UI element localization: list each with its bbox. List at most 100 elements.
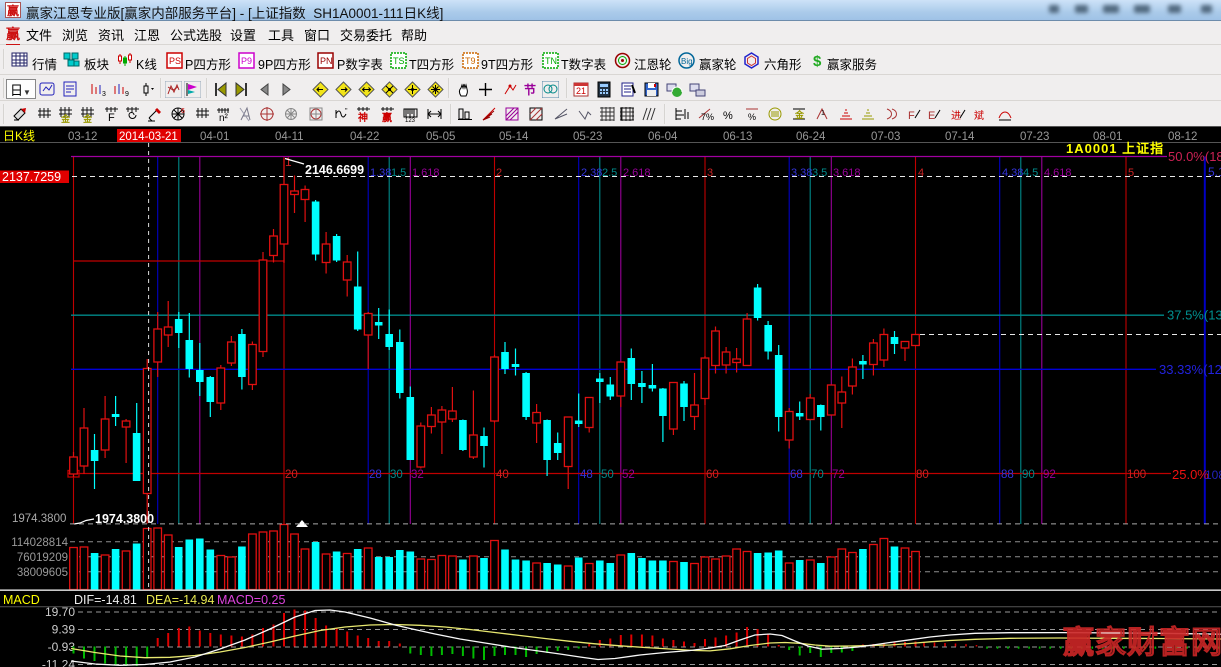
svg-text:06-04: 06-04 bbox=[648, 131, 678, 143]
svg-text:节: 节 bbox=[524, 82, 536, 97]
svg-text:1.618: 1.618 bbox=[412, 167, 440, 179]
svg-text:06-13: 06-13 bbox=[723, 131, 752, 143]
svg-text:05-14: 05-14 bbox=[499, 131, 529, 143]
svg-text:04-11: 04-11 bbox=[275, 131, 304, 143]
svg-text:21: 21 bbox=[576, 86, 586, 96]
svg-text:37.5%(13: 37.5%(13 bbox=[1167, 308, 1221, 323]
svg-text:5.1: 5.1 bbox=[1208, 165, 1221, 179]
svg-text:TS: TS bbox=[393, 56, 405, 66]
svg-text:08-12: 08-12 bbox=[1168, 131, 1197, 143]
svg-text:38009605: 38009605 bbox=[17, 567, 68, 579]
svg-text:4.5: 4.5 bbox=[1023, 167, 1038, 179]
svg-text:07-23: 07-23 bbox=[1020, 131, 1049, 143]
svg-text:30: 30 bbox=[390, 469, 403, 481]
svg-text:-0.93: -0.93 bbox=[48, 640, 76, 654]
svg-text:76019209: 76019209 bbox=[17, 552, 68, 564]
svg-text:2: 2 bbox=[496, 167, 502, 179]
svg-text:28: 28 bbox=[369, 469, 382, 481]
svg-text:90: 90 bbox=[1022, 469, 1035, 481]
svg-text:日K线: 日K线 bbox=[3, 129, 35, 143]
svg-text:2.38: 2.38 bbox=[581, 167, 602, 179]
svg-text:赢家财富网: 赢家财富网 bbox=[1063, 625, 1221, 660]
svg-text:1: 1 bbox=[821, 110, 825, 117]
svg-text:P9: P9 bbox=[241, 56, 252, 66]
svg-text:2.5: 2.5 bbox=[602, 167, 617, 179]
svg-text:50: 50 bbox=[601, 469, 614, 481]
svg-text:3.618: 3.618 bbox=[833, 167, 861, 179]
svg-text:": " bbox=[345, 108, 348, 115]
svg-text:进: 进 bbox=[951, 110, 961, 122]
svg-text:赢: 赢 bbox=[382, 111, 392, 123]
svg-text:金: 金 bbox=[60, 113, 71, 123]
svg-text:07-14: 07-14 bbox=[945, 131, 975, 143]
svg-text:52: 52 bbox=[622, 469, 635, 481]
svg-text:50.0%(18: 50.0%(18 bbox=[1168, 149, 1221, 164]
svg-text:%: % bbox=[723, 110, 733, 122]
svg-text:DIF=-14.81: DIF=-14.81 bbox=[74, 593, 137, 607]
svg-text:$: $ bbox=[813, 53, 822, 69]
svg-text:20: 20 bbox=[285, 469, 298, 481]
svg-text:TN: TN bbox=[545, 56, 557, 66]
svg-text:04-01: 04-01 bbox=[200, 131, 229, 143]
svg-text:%: % bbox=[748, 112, 756, 122]
svg-text:金: 金 bbox=[794, 109, 805, 120]
svg-text:6: 6 bbox=[181, 108, 185, 115]
svg-text:3.5: 3.5 bbox=[812, 167, 827, 179]
svg-text:1.5: 1.5 bbox=[391, 167, 406, 179]
svg-text:3: 3 bbox=[102, 91, 106, 98]
svg-text:PS: PS bbox=[169, 56, 181, 66]
svg-text:60: 60 bbox=[706, 469, 719, 481]
svg-text:1: 1 bbox=[285, 155, 292, 169]
svg-text:88: 88 bbox=[1001, 469, 1014, 481]
svg-text:06-24: 06-24 bbox=[796, 131, 826, 143]
svg-text:05-23: 05-23 bbox=[573, 131, 602, 143]
svg-text:9: 9 bbox=[125, 91, 129, 98]
svg-text:05-05: 05-05 bbox=[426, 131, 455, 143]
svg-text:-11.24: -11.24 bbox=[42, 658, 75, 667]
svg-text:80: 80 bbox=[916, 469, 929, 481]
svg-text:48: 48 bbox=[580, 469, 593, 481]
svg-text:100: 100 bbox=[1127, 469, 1146, 481]
svg-text:04-22: 04-22 bbox=[350, 131, 379, 143]
svg-text:3: 3 bbox=[707, 167, 713, 179]
svg-text:68: 68 bbox=[790, 469, 803, 481]
svg-text:Big: Big bbox=[681, 57, 693, 66]
svg-text:07-03: 07-03 bbox=[871, 131, 900, 143]
svg-text:108: 108 bbox=[1205, 468, 1221, 482]
svg-text:7%: 7% bbox=[701, 112, 714, 122]
svg-text:123: 123 bbox=[405, 118, 416, 123]
svg-text:2014-03-21: 2014-03-21 bbox=[119, 131, 178, 143]
svg-text:32: 32 bbox=[411, 469, 424, 481]
svg-text:1A0001 上证指: 1A0001 上证指 bbox=[1066, 141, 1164, 156]
svg-text:70: 70 bbox=[811, 469, 824, 481]
svg-text:2146.6699: 2146.6699 bbox=[305, 163, 364, 177]
svg-text:PN: PN bbox=[320, 56, 333, 66]
svg-text:5: 5 bbox=[1128, 167, 1134, 179]
svg-text:4.38: 4.38 bbox=[1002, 167, 1023, 179]
svg-text:33.33%(12: 33.33%(12 bbox=[1159, 362, 1221, 377]
svg-text:2137.7259: 2137.7259 bbox=[2, 170, 61, 184]
svg-text:MACD: MACD bbox=[3, 593, 40, 607]
svg-text:92: 92 bbox=[1043, 469, 1056, 481]
svg-text:19.70: 19.70 bbox=[45, 605, 75, 619]
svg-text:4: 4 bbox=[918, 167, 924, 179]
svg-text:40: 40 bbox=[496, 469, 509, 481]
svg-text:E: E bbox=[928, 110, 935, 122]
svg-text:9.39: 9.39 bbox=[52, 623, 76, 637]
svg-text:T9: T9 bbox=[465, 56, 476, 66]
svg-text:DEA=-14.94: DEA=-14.94 bbox=[146, 593, 214, 607]
svg-text:114028814: 114028814 bbox=[11, 537, 68, 549]
svg-text:1974.3800: 1974.3800 bbox=[12, 513, 66, 525]
svg-text:F: F bbox=[908, 110, 915, 122]
svg-text:3.38: 3.38 bbox=[791, 167, 812, 179]
svg-text:25.0%: 25.0% bbox=[1172, 467, 1209, 482]
svg-text:MACD=0.25: MACD=0.25 bbox=[217, 593, 285, 607]
svg-text:斌: 斌 bbox=[974, 110, 984, 122]
svg-text:F: F bbox=[108, 112, 115, 123]
svg-text:2.618: 2.618 bbox=[623, 167, 651, 179]
svg-text:4.618: 4.618 bbox=[1044, 167, 1072, 179]
svg-text:1.38: 1.38 bbox=[370, 167, 391, 179]
svg-text:n²: n² bbox=[219, 113, 229, 123]
svg-text:金: 金 bbox=[82, 113, 93, 123]
svg-text:神: 神 bbox=[358, 111, 368, 123]
